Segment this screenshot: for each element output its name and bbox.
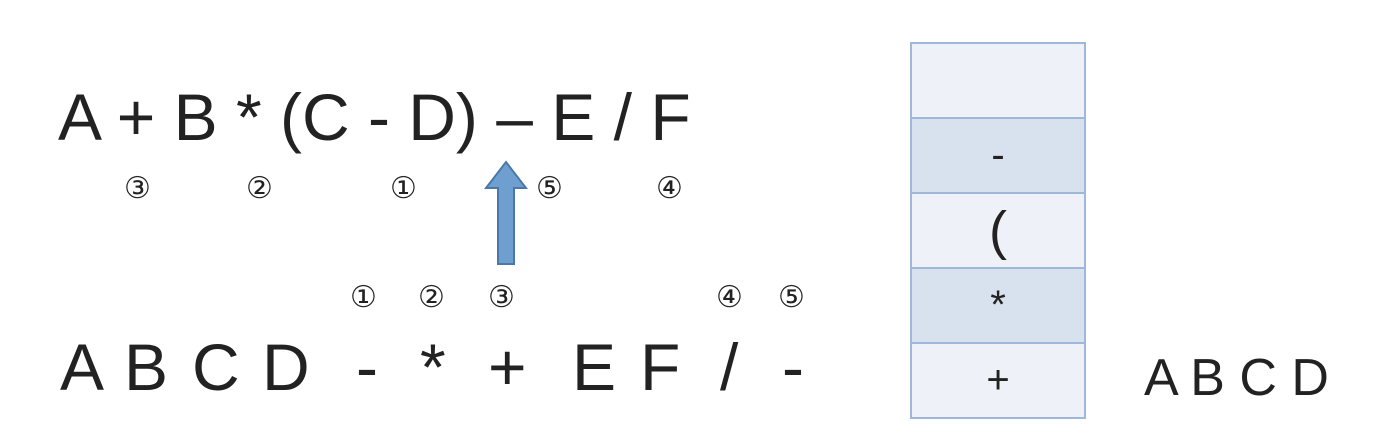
postfix-token-b: B bbox=[124, 330, 169, 404]
infix-marker-2: ② bbox=[246, 171, 273, 206]
infix-marker-3: ③ bbox=[124, 171, 151, 206]
postfix-token-minus-2: - bbox=[782, 330, 804, 404]
stack-cell-label: + bbox=[986, 358, 1010, 402]
operator-stack: - ( * + bbox=[910, 42, 1086, 419]
postfix-token-a: A bbox=[60, 330, 105, 404]
postfix-token-c: C bbox=[192, 330, 240, 404]
infix-marker-5: ⑤ bbox=[536, 171, 563, 206]
stack-cell-empty bbox=[912, 44, 1084, 117]
postfix-token-slash: / bbox=[720, 330, 739, 404]
output-text: A B C D bbox=[1144, 349, 1329, 407]
stack-cell-minus: - bbox=[912, 117, 1084, 192]
postfix-marker-2: ② bbox=[418, 280, 445, 315]
postfix-marker-5: ⑤ bbox=[778, 280, 805, 315]
postfix-token-minus-1: - bbox=[356, 330, 378, 404]
stack-cell-star: * bbox=[912, 267, 1084, 342]
stack-cell-label: * bbox=[990, 283, 1006, 327]
postfix-token-d: D bbox=[262, 330, 310, 404]
postfix-marker-4: ④ bbox=[716, 280, 743, 315]
up-arrow-icon bbox=[484, 160, 528, 265]
infix-marker-1: ① bbox=[390, 171, 417, 206]
postfix-token-f: F bbox=[640, 330, 681, 404]
postfix-token-star: * bbox=[420, 330, 446, 404]
postfix-marker-3: ③ bbox=[488, 280, 515, 315]
stack-cell-open-paren: ( bbox=[912, 192, 1084, 267]
infix-expression: A + B * (C - D) – E / F bbox=[58, 80, 691, 154]
stack-cell-plus: + bbox=[912, 342, 1084, 417]
stack-cell-label: ( bbox=[989, 200, 1007, 261]
postfix-marker-1: ① bbox=[350, 280, 377, 315]
stack-cell-label: - bbox=[991, 133, 1005, 177]
postfix-token-e: E bbox=[572, 330, 617, 404]
infix-marker-4: ④ bbox=[656, 171, 683, 206]
postfix-token-plus: + bbox=[488, 330, 527, 404]
